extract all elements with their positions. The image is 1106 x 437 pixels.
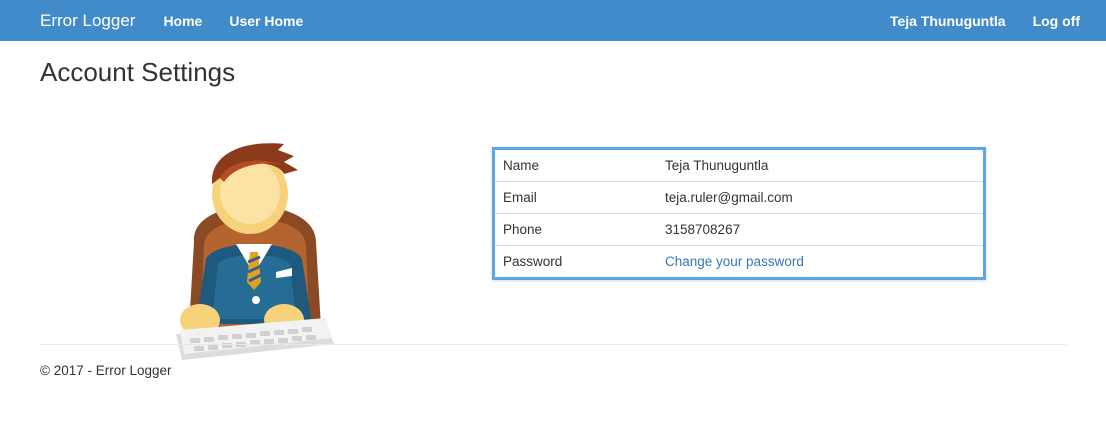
email-label: Email (493, 181, 657, 214)
navbar-left: Error Logger Home User Home (40, 11, 330, 31)
phone-label: Phone (493, 213, 657, 246)
nav-link-user-profile[interactable]: Teja Thunuguntla (890, 13, 1006, 29)
name-value: Teja Thunuguntla (665, 158, 769, 173)
password-cell: Change your password (657, 245, 985, 279)
name-label: Name (503, 158, 540, 173)
table-row-name: Name Teja Thunuguntla (494, 149, 985, 182)
brand-link[interactable]: Error Logger (40, 11, 135, 31)
main-content: Account Settings Name Teja Thunuguntla E… (0, 41, 1106, 437)
page-title: Account Settings (40, 57, 236, 87)
navbar-right: Teja Thunuguntla Log off (863, 13, 1080, 29)
table-row-email: Email teja.ruler@gmail.com (493, 181, 985, 214)
password-label: Password (493, 245, 657, 279)
phone-value: 3158708267 (657, 213, 985, 246)
businessman-avatar-icon (176, 143, 334, 360)
account-info-table: Name Teja Thunuguntla Email teja.ruler@g… (492, 147, 986, 280)
nav-link-user-home[interactable]: User Home (229, 13, 303, 29)
change-password-link[interactable]: Change your password (665, 254, 804, 269)
email-value: teja.ruler@gmail.com (657, 181, 985, 214)
nav-link-home[interactable]: Home (163, 13, 202, 29)
footer-text: © 2017 - Error Logger (40, 363, 172, 378)
table-row-password: Password Change your password (493, 245, 985, 279)
table-row-phone: Phone 3158708267 (493, 213, 985, 246)
nav-link-logoff[interactable]: Log off (1033, 13, 1080, 29)
top-navbar: Error Logger Home User Home Teja Thunugu… (0, 0, 1106, 41)
footer-divider (40, 344, 1066, 345)
